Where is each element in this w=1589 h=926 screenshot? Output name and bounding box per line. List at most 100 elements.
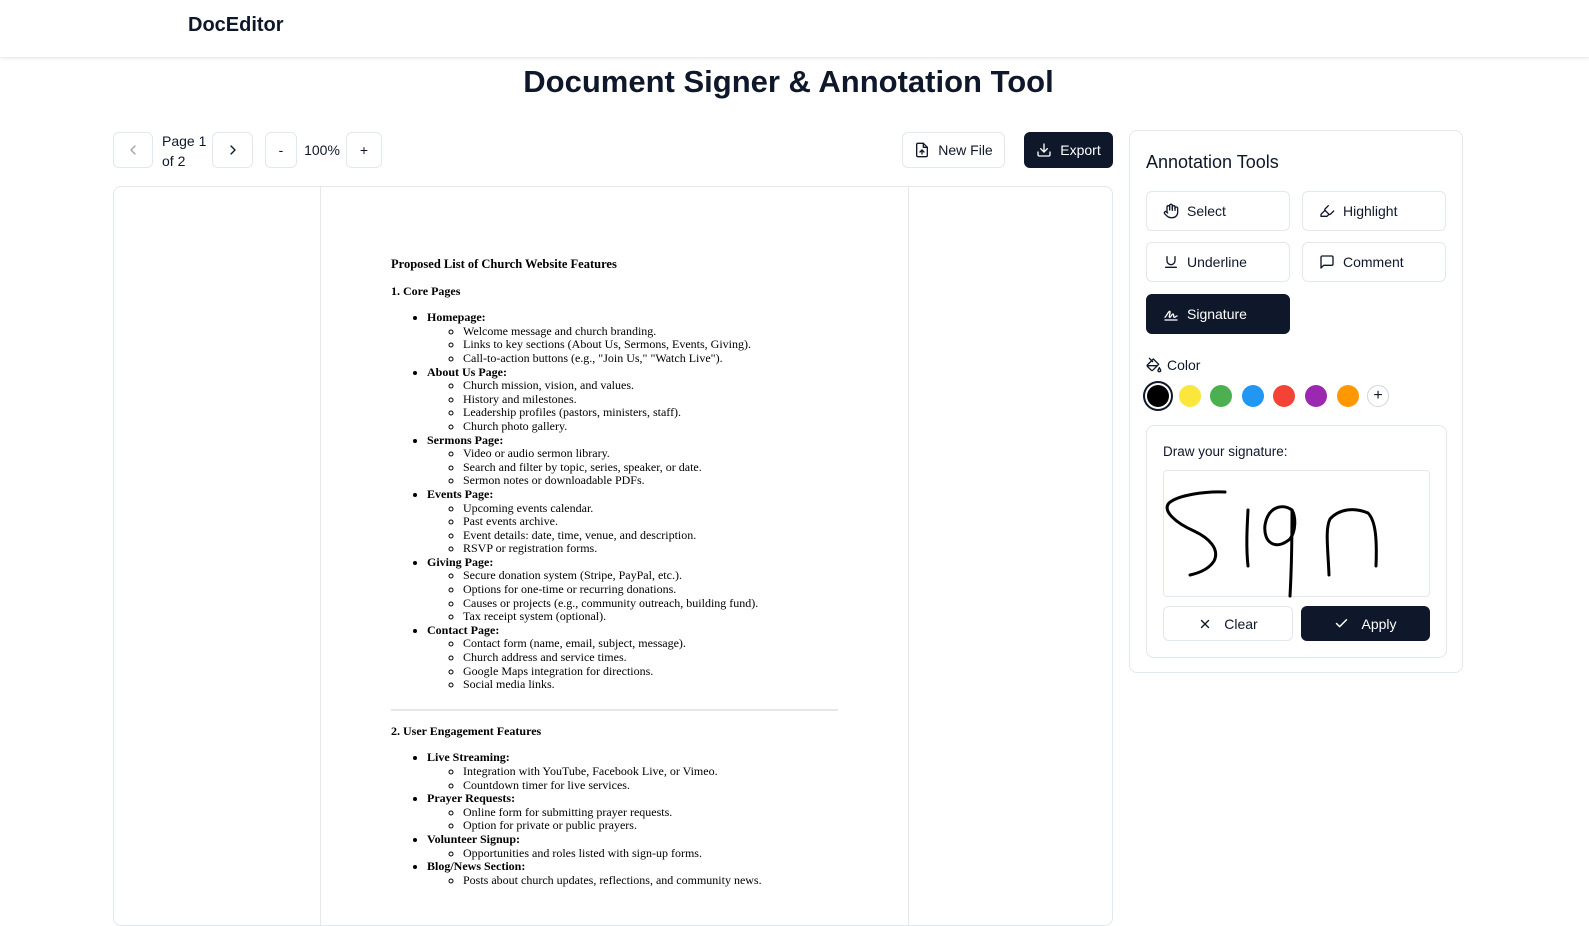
- feature-item: Blog/News Section:Posts about church upd…: [427, 859, 841, 887]
- feature-detail: Tax receipt system (optional).: [463, 610, 841, 624]
- feature-label: Sermons Page:: [427, 432, 504, 447]
- add-color-button[interactable]: +: [1367, 385, 1389, 407]
- zoom-out-button[interactable]: -: [265, 132, 297, 168]
- section-heading: 2. User Engagement Features: [391, 723, 542, 738]
- file-upload-icon: [916, 142, 929, 158]
- feature-item: Giving Page:Secure donation system (Stri…: [427, 554, 841, 624]
- hand-pointer-icon: [1163, 203, 1179, 219]
- feature-item: Live Streaming:Integration with YouTube,…: [427, 751, 841, 792]
- clear-label: Clear: [1224, 615, 1258, 632]
- annotation-panel: Annotation Tools Select Highlight Underl…: [1129, 130, 1463, 673]
- feature-detail: Social media links.: [463, 678, 841, 692]
- feature-label: Prayer Requests:: [427, 791, 516, 806]
- chevron-right-icon: [229, 145, 236, 155]
- color-label: Color: [1167, 357, 1201, 373]
- feature-detail: Integration with YouTube, Facebook Live,…: [463, 764, 841, 779]
- color-section-label: Color: [1146, 357, 1200, 373]
- feature-detail: Secure donation system (Stripe, PayPal, …: [463, 569, 841, 583]
- feature-sublist: Opportunities and roles listed with sign…: [427, 846, 841, 861]
- feature-detail: Call-to-action buttons (e.g., "Join Us,"…: [463, 351, 841, 366]
- feature-sublist: Integration with YouTube, Facebook Live,…: [427, 764, 841, 793]
- feature-detail: Sermon notes or downloadable PDFs.: [463, 474, 841, 488]
- apply-signature-button[interactable]: Apply: [1301, 606, 1430, 641]
- feature-label: Giving Page:: [427, 554, 494, 569]
- color-swatch[interactable]: [1305, 385, 1327, 407]
- feature-detail: Links to key sections (About Us, Sermons…: [463, 338, 841, 352]
- export-label: Export: [1060, 142, 1101, 158]
- feature-sublist: Upcoming events calendar.Past events arc…: [427, 501, 841, 556]
- signature-icon: [1164, 310, 1178, 321]
- tool-select-button[interactable]: Select: [1146, 191, 1290, 231]
- signature-pad[interactable]: [1163, 470, 1430, 598]
- zoom-in-button[interactable]: +: [346, 132, 382, 168]
- document-title: Proposed List of Church Website Features: [391, 257, 617, 271]
- export-button[interactable]: Export: [1024, 132, 1113, 168]
- feature-detail: Causes or projects (e.g., community outr…: [463, 596, 841, 611]
- color-swatch[interactable]: [1178, 385, 1201, 407]
- feature-label: Events Page:: [427, 486, 494, 501]
- feature-detail: Upcoming events calendar.: [463, 501, 841, 516]
- feature-detail: Past events archive.: [463, 514, 841, 529]
- panel-title: Annotation Tools: [1146, 152, 1279, 172]
- feature-item: Events Page:Upcoming events calendar.Pas…: [427, 486, 841, 556]
- feature-detail: Church address and service times.: [463, 650, 841, 665]
- section-divider: [391, 708, 838, 711]
- feature-sublist: Church mission, vision, and values.Histo…: [427, 379, 841, 433]
- feature-detail: Countdown timer for live services.: [463, 778, 841, 793]
- feature-label: Live Streaming:: [427, 750, 510, 765]
- color-swatch[interactable]: [1336, 385, 1359, 407]
- color-swatch[interactable]: [1241, 385, 1264, 407]
- color-swatch[interactable]: [1147, 385, 1169, 407]
- document-page[interactable]: Proposed List of Church Website Features…: [320, 187, 909, 925]
- feature-detail: RSVP or registration forms.: [463, 542, 841, 556]
- feature-label: About Us Page:: [427, 364, 507, 379]
- tool-comment-button[interactable]: Comment: [1302, 242, 1446, 282]
- feature-item: Homepage:Welcome message and church bran…: [427, 310, 841, 366]
- feature-item: About Us Page:Church mission, vision, an…: [427, 364, 841, 434]
- top-nav-bar: DocEditor: [0, 0, 1589, 57]
- tool-highlight-button[interactable]: Highlight: [1302, 191, 1446, 231]
- feature-detail: Video or audio sermon library.: [463, 447, 841, 461]
- section-list: Live Streaming:Integration with YouTube,…: [391, 751, 841, 887]
- section-list: Homepage:Welcome message and church bran…: [391, 310, 841, 692]
- feature-label: Contact Page:: [427, 622, 500, 637]
- feature-detail: Church mission, vision, and values.: [463, 379, 841, 393]
- feature-detail: Opportunities and roles listed with sign…: [463, 846, 841, 861]
- feature-detail: Search and filter by topic, series, spea…: [463, 460, 841, 475]
- color-swatch[interactable]: [1273, 385, 1296, 407]
- color-swatch[interactable]: [1210, 385, 1233, 407]
- feature-detail: History and milestones.: [463, 392, 841, 407]
- feature-sublist: Welcome message and church branding.Link…: [427, 324, 841, 366]
- prev-page-button[interactable]: [113, 132, 153, 168]
- highlighter-icon: [1320, 205, 1335, 217]
- tool-comment-label: Comment: [1343, 254, 1404, 270]
- clear-signature-button[interactable]: Clear: [1163, 606, 1293, 641]
- tool-select-label: Select: [1187, 203, 1226, 219]
- chevron-left-icon: [130, 145, 136, 155]
- tool-underline-button[interactable]: Underline: [1146, 242, 1290, 282]
- feature-item: Volunteer Signup:Opportunities and roles…: [427, 832, 841, 861]
- document-viewer[interactable]: Proposed List of Church Website Features…: [113, 186, 1113, 926]
- document-content: Proposed List of Church Website Features…: [391, 257, 841, 887]
- feature-detail: Google Maps integration for directions.: [463, 664, 841, 679]
- feature-detail: Options for one-time or recurring donati…: [463, 582, 841, 597]
- tool-signature-button[interactable]: Signature: [1146, 294, 1290, 334]
- check-icon: [1336, 619, 1348, 628]
- signature-drawing: [1165, 490, 1378, 598]
- new-file-button[interactable]: New File: [902, 132, 1005, 168]
- app-brand[interactable]: DocEditor: [188, 14, 284, 37]
- feature-detail: Church photo gallery.: [463, 419, 841, 434]
- feature-label: Homepage:: [427, 310, 486, 325]
- download-icon: [1037, 143, 1051, 157]
- feature-sublist: Contact form (name, email, subject, mess…: [427, 637, 841, 691]
- tool-underline-label: Underline: [1187, 254, 1247, 270]
- feature-sublist: Online form for submitting prayer reques…: [427, 805, 841, 833]
- page-indicator-total: of 2: [162, 153, 186, 169]
- feature-detail: Welcome message and church branding.: [463, 324, 841, 339]
- section-heading: 1. Core Pages: [391, 283, 461, 298]
- feature-detail: Event details: date, time, venue, and de…: [463, 528, 841, 543]
- next-page-button[interactable]: [212, 132, 253, 168]
- new-file-label: New File: [938, 142, 993, 158]
- apply-label: Apply: [1361, 615, 1397, 632]
- feature-item: Contact Page:Contact form (name, email, …: [427, 622, 841, 692]
